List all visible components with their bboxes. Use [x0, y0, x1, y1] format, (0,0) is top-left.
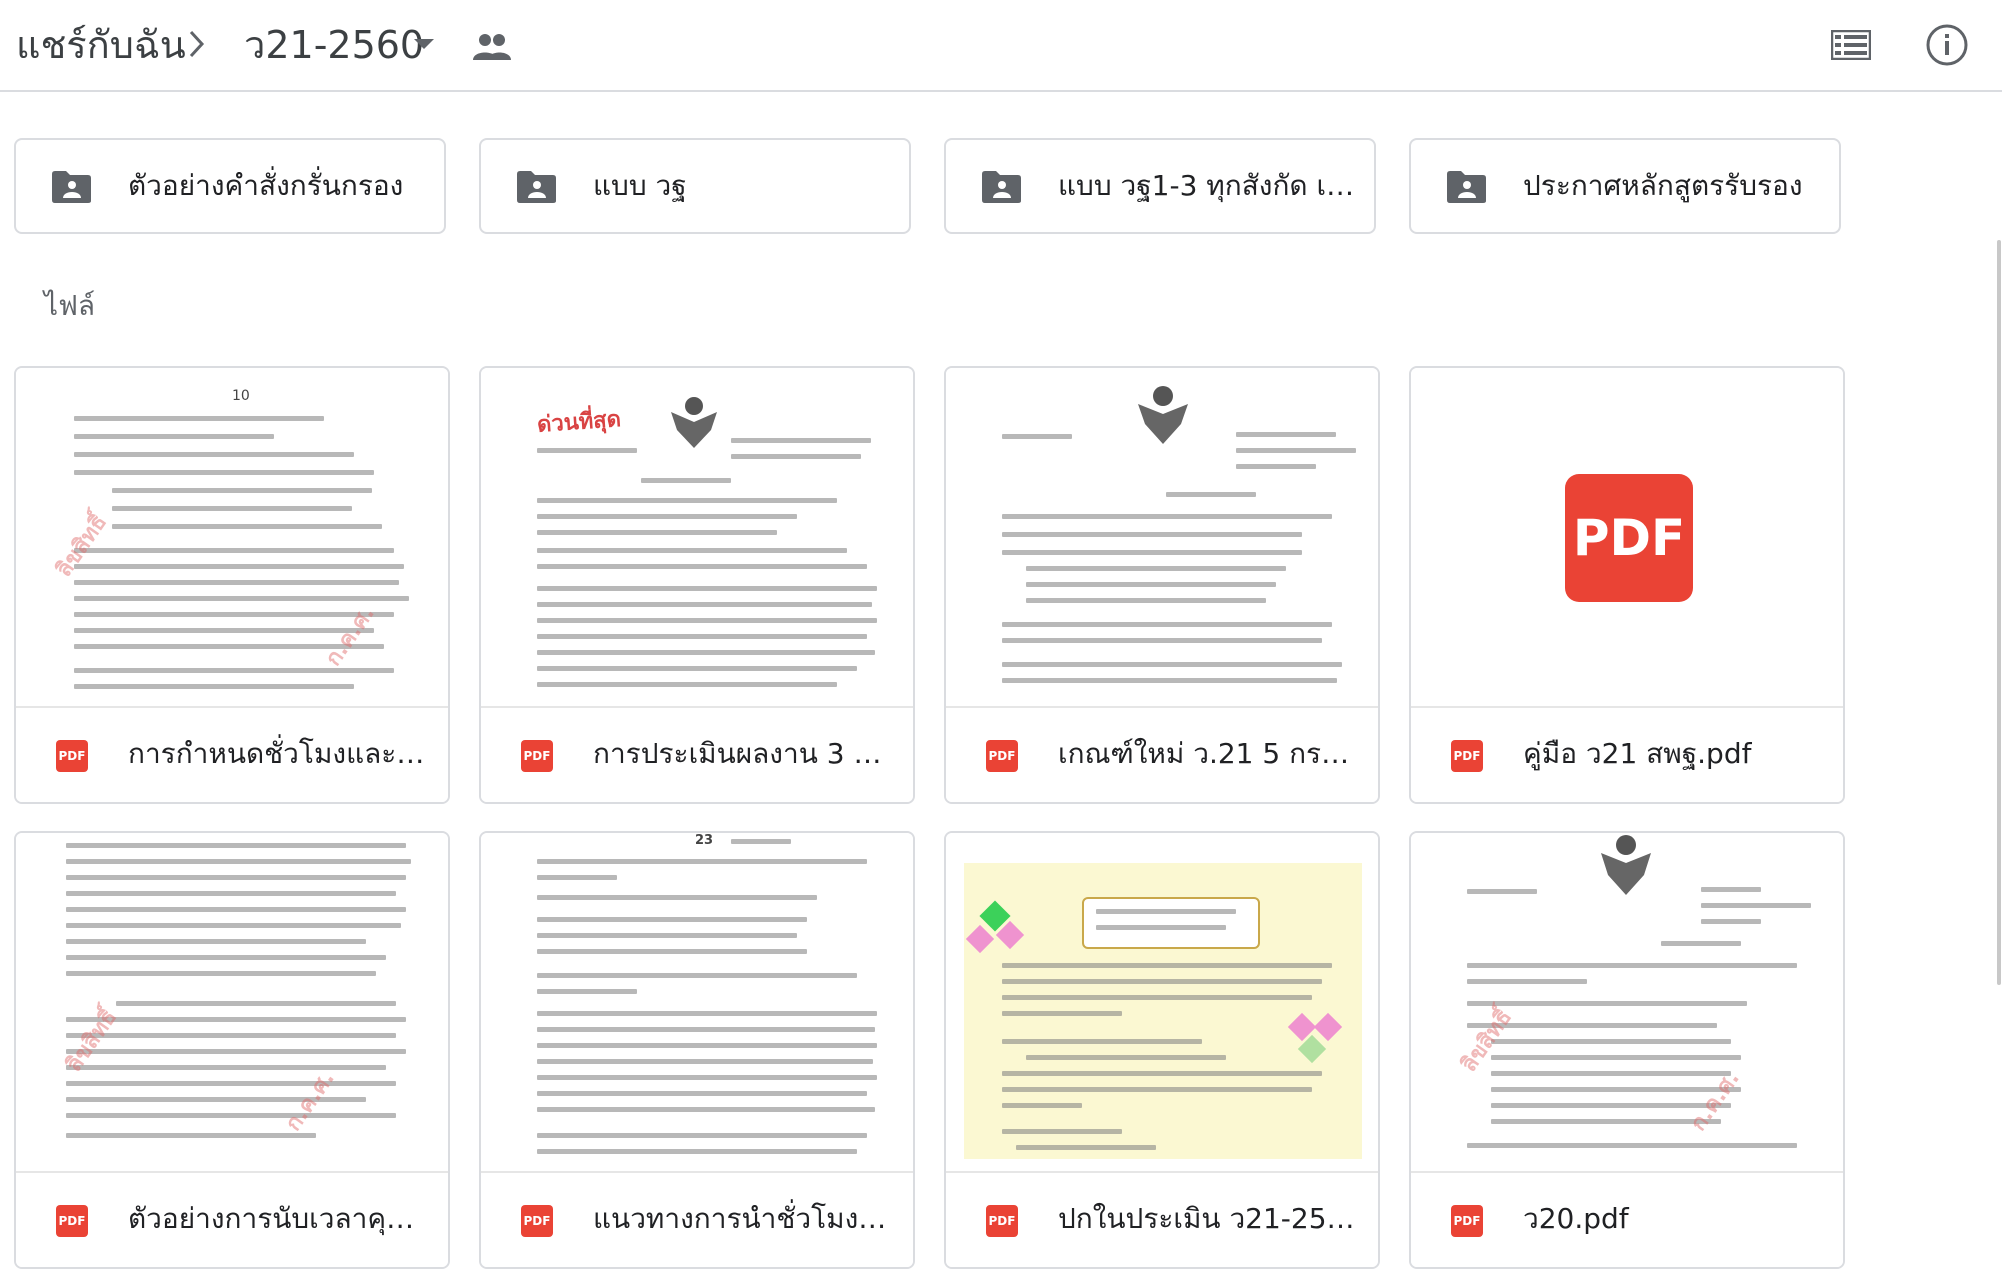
garuda-emblem — [1597, 833, 1655, 897]
urgent-stamp: ด่วนที่สุด — [536, 407, 622, 438]
document-thumbnail: 10 ลิขสิทธิ์ ก.ค.ศ. — [16, 368, 448, 706]
thumbnail-number: 10 — [232, 388, 250, 404]
file-card[interactable]: 23 PDF แนวทางการนำชั่วโมงการพัฒนา — [479, 831, 915, 1269]
document-thumbnail: ลิขสิทธิ์ ก.ค.ศ. — [16, 833, 448, 1171]
file-title: เกณฑ์ใหม่ ว.21 5 กรกฎาคม 2560 — [1058, 737, 1358, 770]
folder-card[interactable]: ตัวอย่างคำสั่งกรั่นกรอง — [14, 138, 446, 234]
shared-folder-icon — [515, 170, 557, 208]
folder-name: แบบ วฐ — [593, 169, 687, 202]
pdf-icon: PDF — [986, 740, 1018, 772]
document-thumbnail: 23 — [481, 833, 913, 1171]
pdf-icon: PDF — [521, 1205, 553, 1237]
thumbnail-number: 23 — [695, 833, 714, 848]
document-thumbnail: ด่วนที่สุด — [481, 368, 913, 706]
scrollbar-thumb[interactable] — [1997, 240, 2001, 985]
caret-down-icon[interactable] — [412, 36, 436, 55]
files-section-label: ไฟล์ — [44, 289, 96, 322]
top-bar: แชร์กับฉัน ว21-2560 — [0, 0, 2002, 92]
list-view-icon — [1830, 29, 1872, 64]
people-icon[interactable] — [472, 30, 512, 66]
file-card[interactable]: ลิขสิทธิ์ ก.ค.ศ. PDF ว20.pdf — [1409, 831, 1845, 1269]
list-view-button[interactable] — [1826, 22, 1876, 72]
file-title: ว20.pdf — [1523, 1202, 1629, 1235]
file-card[interactable]: ด่วนที่สุด PDF การประเมินผลงาน 3 ด้าน — [479, 366, 915, 804]
folder-name: ตัวอย่างคำสั่งกรั่นกรอง — [128, 169, 404, 202]
shared-folder-icon — [50, 170, 92, 208]
info-button[interactable] — [1922, 22, 1972, 72]
document-thumbnail — [946, 368, 1378, 706]
pdf-icon: PDF — [986, 1205, 1018, 1237]
file-card[interactable]: PDF เกณฑ์ใหม่ ว.21 5 กรกฎาคม 2560 — [944, 366, 1380, 804]
info-icon — [1925, 23, 1969, 71]
pdf-icon: PDF — [56, 1205, 88, 1237]
pdf-icon: PDF — [521, 740, 553, 772]
file-title: ปกในประเมิน ว21-2560 ด้านที่ 1 — [1058, 1202, 1358, 1235]
shared-folder-icon — [980, 170, 1022, 208]
pdf-preview: PDF — [1411, 368, 1843, 706]
pdf-large-icon: PDF — [1565, 474, 1693, 602]
file-title: การกำหนดชั่วโมงและเกณฑ์การประเมิน — [128, 737, 428, 770]
folder-name: ประกาศหลักสูตรรับรอง — [1523, 169, 1803, 202]
garuda-emblem — [667, 390, 721, 450]
folder-name: แบบ วฐ1-3 ทุกสังกัด เริ่มใช้ 1 ต.ค. 2560 — [1058, 169, 1358, 202]
folder-card[interactable]: ประกาศหลักสูตรรับรอง — [1409, 138, 1841, 234]
file-title: การประเมินผลงาน 3 ด้าน — [593, 737, 893, 770]
file-title: ตัวอย่างการนับเวลาคุณสมบัติ — [128, 1202, 428, 1235]
file-card[interactable]: PDF PDF คู่มือ ว21 สพฐ.pdf — [1409, 366, 1845, 804]
file-title: คู่มือ ว21 สพฐ.pdf — [1523, 737, 1752, 770]
chevron-right-icon — [186, 26, 208, 66]
document-thumbnail: ลิขสิทธิ์ ก.ค.ศ. — [1411, 833, 1843, 1171]
file-card[interactable]: ลิขสิทธิ์ ก.ค.ศ. PDF ตัวอย่างการนับเวลาค… — [14, 831, 450, 1269]
pdf-icon: PDF — [1451, 1205, 1483, 1237]
garuda-emblem — [1134, 380, 1192, 446]
folder-card[interactable]: แบบ วฐ — [479, 138, 911, 234]
breadcrumb-root[interactable]: แชร์กับฉัน — [16, 14, 186, 75]
file-title: แนวทางการนำชั่วโมงการพัฒนา — [593, 1202, 893, 1235]
pdf-icon: PDF — [56, 740, 88, 772]
folder-card[interactable]: แบบ วฐ1-3 ทุกสังกัด เริ่มใช้ 1 ต.ค. 2560 — [944, 138, 1376, 234]
pdf-icon: PDF — [1451, 740, 1483, 772]
file-card[interactable]: 10 ลิขสิทธิ์ ก.ค.ศ. PDF การกำหนดชั่วโมงแ… — [14, 366, 450, 804]
file-card[interactable]: PDF ปกในประเมิน ว21-2560 ด้านที่ 1 — [944, 831, 1380, 1269]
document-thumbnail — [946, 833, 1378, 1171]
pdf-large-label: PDF — [1572, 509, 1686, 567]
shared-folder-icon — [1445, 170, 1487, 208]
breadcrumb-current[interactable]: ว21-2560 — [244, 14, 424, 75]
